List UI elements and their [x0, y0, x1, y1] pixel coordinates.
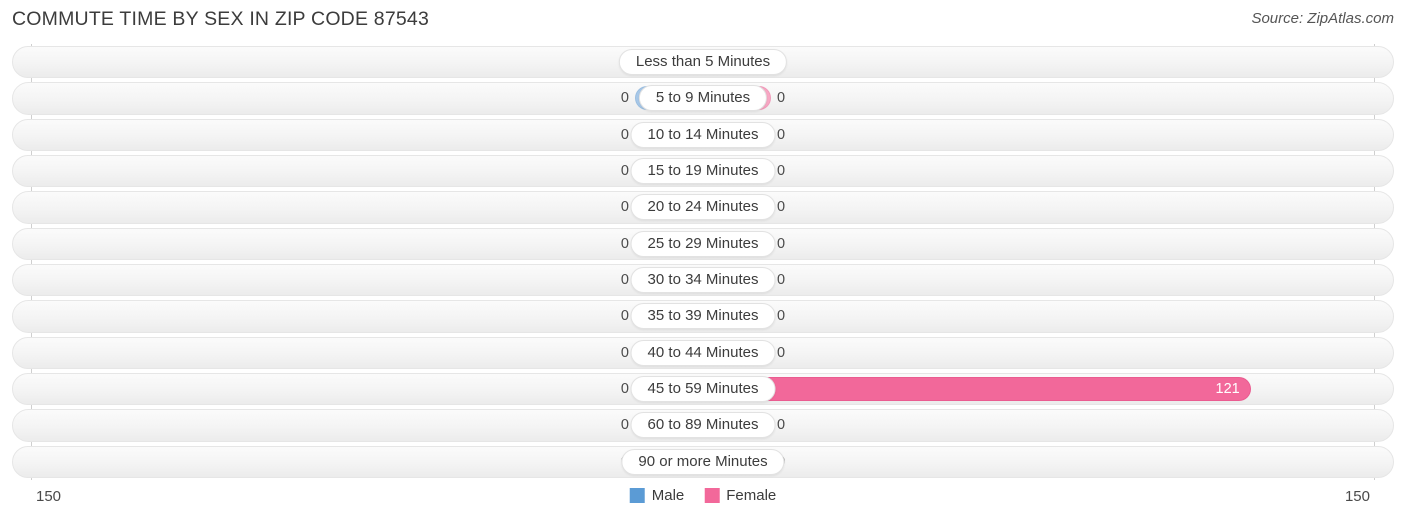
legend: Male Female	[629, 487, 776, 504]
male-bar-group: 0	[12, 44, 703, 80]
male-bar-group: 0	[12, 407, 703, 443]
female-bar-group: 0	[703, 80, 1394, 116]
female-value-label: 0	[777, 344, 786, 361]
legend-label-female: Female	[726, 487, 777, 504]
table-row: 0090 or more Minutes	[12, 444, 1394, 480]
male-bar-group: 0	[12, 335, 703, 371]
axis-max-right: 150	[1344, 488, 1370, 505]
table-row: 0 0 20 to 24 Minutes	[12, 189, 1394, 225]
category-label: Less than 5 Minutes	[618, 49, 788, 76]
female-bar-group: 0	[703, 153, 1394, 189]
female-bar-group: 121	[703, 371, 1394, 407]
male-value-label: 0	[620, 235, 629, 252]
female-value-label-inside: 121	[1215, 381, 1240, 398]
female-bar-group: 0	[703, 226, 1394, 262]
male-value-label: 0	[620, 308, 629, 325]
table-row: 0 0 40 to 44 Minutes	[12, 335, 1394, 371]
category-label: 60 to 89 Minutes	[630, 412, 776, 439]
female-value-label: 0	[777, 126, 786, 143]
table-row: 00Less than 5 Minutes	[12, 44, 1394, 80]
category-label: 25 to 29 Minutes	[630, 230, 776, 257]
male-bar-group: 0	[12, 153, 703, 189]
category-label: 90 or more Minutes	[621, 448, 785, 475]
table-row: 0 0 15 to 19 Minutes	[12, 153, 1394, 189]
female-value-label: 0	[777, 308, 786, 325]
legend-item-female[interactable]: Female	[704, 487, 776, 504]
male-value-label: 0	[620, 381, 629, 398]
axis-max-left: 150	[36, 488, 62, 505]
female-bar-group: 0	[703, 117, 1394, 153]
male-value-label: 0	[620, 90, 629, 107]
bar-rows: 00Less than 5 Minutes005 to 9 Minutes001…	[12, 44, 1394, 480]
male-value-label: 0	[620, 199, 629, 216]
category-label: 15 to 19 Minutes	[630, 158, 776, 185]
female-value-label: 0	[777, 90, 786, 107]
female-bar-group: 0	[703, 335, 1394, 371]
male-bar-group: 0	[12, 371, 703, 407]
male-bar-group: 0	[12, 262, 703, 298]
female-bar-group: 0	[703, 407, 1394, 443]
table-row: 0 121 45 to 59 Minutes	[12, 371, 1394, 407]
female-bar-group: 0	[703, 189, 1394, 225]
chart-footer: 150 Male Female 150	[0, 480, 1406, 522]
table-row: 0 0 30 to 34 Minutes	[12, 262, 1394, 298]
page-title: COMMUTE TIME BY SEX IN ZIP CODE 87543	[12, 8, 430, 30]
female-bar-group: 0	[703, 44, 1394, 80]
chart-header: COMMUTE TIME BY SEX IN ZIP CODE 87543 So…	[0, 0, 1406, 42]
female-bar-group: 0	[703, 444, 1394, 480]
female-bar-group: 0	[703, 298, 1394, 334]
category-label: 30 to 34 Minutes	[630, 267, 776, 294]
legend-label-male: Male	[651, 487, 685, 504]
table-row: 0 0 25 to 29 Minutes	[12, 226, 1394, 262]
category-label: 45 to 59 Minutes	[630, 376, 776, 403]
female-value-label: 0	[777, 417, 786, 434]
table-row: 0 0 35 to 39 Minutes	[12, 298, 1394, 334]
table-row: 0 0 5 to 9 Minutes	[12, 80, 1394, 116]
male-bar-group: 0	[12, 226, 703, 262]
male-bar-group: 0	[12, 444, 703, 480]
female-value-label: 0	[777, 272, 786, 289]
male-bar-group: 0	[12, 117, 703, 153]
table-row: 0 0 10 to 14 Minutes	[12, 117, 1394, 153]
legend-swatch-male-icon	[629, 488, 645, 503]
male-bar-group: 0	[12, 189, 703, 225]
female-value-label: 0	[777, 199, 786, 216]
category-label: 35 to 39 Minutes	[630, 303, 776, 330]
category-label: 20 to 24 Minutes	[630, 194, 776, 221]
male-value-label: 0	[620, 344, 629, 361]
male-value-label: 0	[620, 163, 629, 180]
legend-item-male[interactable]: Male	[629, 487, 685, 504]
plot-area: 00Less than 5 Minutes005 to 9 Minutes001…	[0, 44, 1406, 480]
female-value-label: 0	[777, 235, 786, 252]
male-value-label: 0	[620, 417, 629, 434]
source-attribution: Source: ZipAtlas.com	[1251, 10, 1394, 27]
male-bar-group: 0	[12, 80, 703, 116]
category-label: 10 to 14 Minutes	[630, 121, 776, 148]
legend-swatch-female-icon	[704, 488, 720, 503]
category-label: 40 to 44 Minutes	[630, 339, 776, 366]
category-label: 5 to 9 Minutes	[638, 85, 768, 112]
female-value-label: 0	[777, 163, 786, 180]
female-bar[interactable]: 121	[703, 377, 1251, 402]
male-value-label: 0	[620, 126, 629, 143]
commute-time-by-sex-chart: COMMUTE TIME BY SEX IN ZIP CODE 87543 So…	[0, 0, 1406, 522]
female-bar-group: 0	[703, 262, 1394, 298]
male-bar-group: 0	[12, 298, 703, 334]
table-row: 0 0 60 to 89 Minutes	[12, 407, 1394, 443]
male-value-label: 0	[620, 272, 629, 289]
